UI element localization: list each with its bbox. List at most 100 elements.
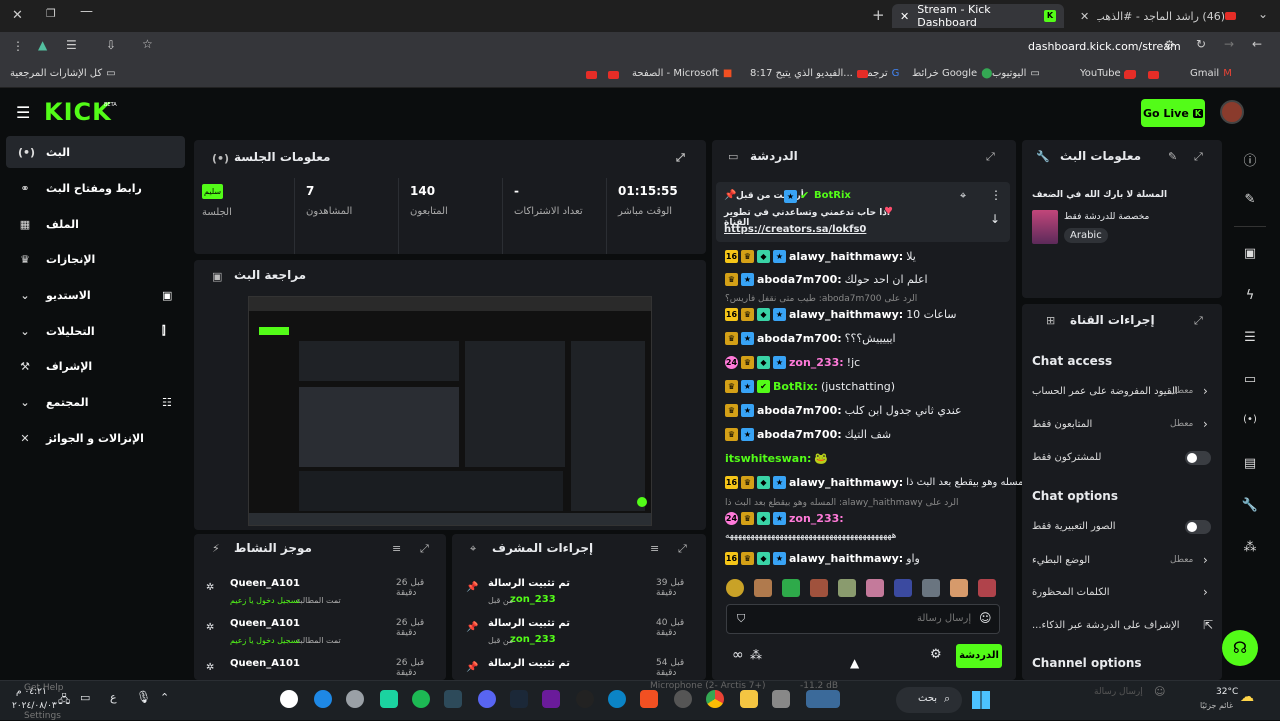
expand-icon[interactable]: ⤢ bbox=[1194, 314, 1203, 328]
expand-icon[interactable]: ⤢ bbox=[420, 542, 429, 556]
network-icon[interactable]: 🖧 bbox=[58, 691, 70, 710]
edit-icon[interactable]: ✎ bbox=[1168, 150, 1177, 163]
kick-logo[interactable]: KICK bbox=[44, 98, 112, 126]
bookmark-google-maps[interactable]: خرائط Google ⬤ bbox=[912, 68, 992, 79]
option-subscribers-only[interactable]: للمشتركون فقط bbox=[1032, 452, 1101, 463]
app-icon-obs[interactable] bbox=[576, 690, 594, 708]
filter-icon[interactable]: ≡ bbox=[392, 542, 401, 555]
bookmark-star-icon[interactable]: ☆ bbox=[142, 37, 153, 51]
weather-icon[interactable]: ☁ bbox=[1240, 689, 1254, 705]
download-icon[interactable]: ⇩ bbox=[106, 38, 116, 52]
microphone-icon[interactable]: 🎙 bbox=[136, 690, 151, 704]
chat-message[interactable]: 16 ♛ ◆ ★ alawy_haithmawy: واو bbox=[725, 548, 920, 568]
scroll-down-icon[interactable]: ↓ bbox=[990, 212, 1000, 226]
site-settings-icon[interactable]: ⚙ bbox=[1164, 38, 1175, 52]
emote-icon[interactable] bbox=[978, 579, 996, 597]
bookmark-all[interactable]: كل الإشارات المرجعية ▭ bbox=[10, 68, 116, 79]
youtube-icon[interactable] bbox=[1148, 71, 1159, 79]
emotes-only-toggle[interactable] bbox=[1185, 520, 1211, 534]
wrench-icon[interactable]: 🔧 bbox=[1240, 498, 1260, 513]
bookmark-microsoft[interactable]: الصفحة - Microsoft ■ bbox=[632, 68, 732, 79]
stream-preview-video[interactable] bbox=[248, 296, 652, 526]
layout-icon[interactable]: ▣ bbox=[1240, 246, 1260, 261]
option-emotes-only[interactable]: الصور التعبيرية فقط bbox=[1032, 521, 1116, 532]
tab-kick-dashboard[interactable]: ✕ Stream - Kick Dashboard K bbox=[892, 3, 1064, 29]
emote-icon[interactable] bbox=[838, 579, 856, 597]
language-indicator[interactable]: ع bbox=[110, 691, 117, 704]
help-button[interactable]: ☊ bbox=[1222, 630, 1258, 666]
app-icon-steam-client[interactable] bbox=[510, 690, 528, 708]
bookmark-youtube-ar[interactable]: اليوتيوب ▭ bbox=[992, 68, 1040, 79]
emote-icon[interactable] bbox=[782, 579, 800, 597]
hamburger-menu-icon[interactable]: ☰ bbox=[16, 103, 30, 122]
app-icon-nzxt[interactable] bbox=[542, 690, 560, 708]
sidebar-item-studio[interactable]: ⌄ الاستديو ▣ bbox=[6, 279, 185, 311]
broadcast-icon[interactable]: (•) bbox=[1240, 414, 1260, 425]
chat-message[interactable]: 24 ♛ ◆ ★ zon_233: !jc bbox=[725, 352, 860, 372]
close-window-icon[interactable]: ✕ bbox=[12, 8, 23, 23]
close-tab-icon[interactable]: ✕ bbox=[1080, 10, 1089, 23]
emote-icon[interactable] bbox=[754, 579, 772, 597]
expand-icon[interactable]: ⤢ bbox=[1194, 150, 1203, 164]
app-icon-vpn[interactable] bbox=[674, 690, 692, 708]
youtube-icon[interactable] bbox=[608, 71, 619, 79]
infinity-icon[interactable]: ∞ bbox=[732, 647, 744, 663]
option-banned-words[interactable]: الكلمات المحظورة bbox=[1032, 587, 1110, 598]
windows-start-icon[interactable] bbox=[972, 691, 990, 709]
minimize-window-icon[interactable]: — bbox=[80, 4, 93, 19]
chat-message[interactable]: ♛ ★ aboda7m700: ايييييش؟؟؟ bbox=[725, 328, 896, 348]
reload-icon[interactable]: ↻ bbox=[1196, 37, 1206, 51]
chat-message[interactable]: ♛ ★ aboda7m700: عندي ثاني جدول ابن كلب bbox=[725, 400, 962, 420]
app-icon-chrome[interactable] bbox=[706, 690, 724, 708]
emote-icon[interactable] bbox=[922, 579, 940, 597]
expand-icon[interactable]: ⤢ bbox=[676, 151, 685, 165]
option-account-age[interactable]: القيود المفروضة على عمر الحساب bbox=[1032, 386, 1178, 397]
pin-icon[interactable]: ⌖ bbox=[960, 189, 966, 203]
chat-message[interactable]: ♛ ★ aboda7m700: اعلم ان احد حولك bbox=[725, 269, 928, 289]
app-icon-spotify[interactable] bbox=[412, 690, 430, 708]
emote-icon[interactable] bbox=[726, 579, 744, 597]
emote-icon[interactable] bbox=[810, 579, 828, 597]
lightning-icon[interactable]: ϟ bbox=[1240, 288, 1260, 303]
community-icon[interactable]: ⁂ bbox=[1240, 540, 1260, 555]
app-icon-discord[interactable] bbox=[478, 690, 496, 708]
filter-icon[interactable]: ≡ bbox=[650, 542, 659, 555]
app-icon-store[interactable] bbox=[640, 690, 658, 708]
sidebar-item-achievements[interactable]: ♛ الإنجازات bbox=[6, 243, 185, 275]
chat-message[interactable]: 16 ♛ ◆ ★ alawy_haithmawy: المسله وهو بيقطع بع… bbox=[725, 472, 1030, 492]
sidebar-item-drops[interactable]: ✕ الإنزالات و الجوائز bbox=[6, 422, 185, 454]
url-field[interactable]: dashboard.kick.com/stream bbox=[1028, 40, 1181, 53]
clock-date[interactable]: ٢٠٢٤/٠٨/٠٣ bbox=[12, 701, 57, 711]
taskbar-search[interactable]: ⌕ بحث bbox=[896, 687, 962, 713]
pinned-link[interactable]: https://creators.sa/lokfs0 bbox=[724, 224, 866, 235]
restore-window-icon[interactable]: ❐ bbox=[46, 7, 56, 20]
app-icon-edge[interactable] bbox=[608, 690, 626, 708]
tray-expand-icon[interactable]: ⌃ bbox=[160, 691, 169, 704]
emote-icon[interactable] bbox=[950, 579, 968, 597]
menu-dots-icon[interactable]: ⋮ bbox=[12, 39, 24, 53]
new-tab-button[interactable]: + bbox=[872, 6, 885, 24]
send-chat-button[interactable]: الدردشة bbox=[956, 644, 1002, 668]
sidebar-item-community[interactable]: ⌄ المجتمع ☷ bbox=[6, 386, 185, 418]
more-options-icon[interactable]: ⋮ bbox=[990, 188, 1002, 202]
chevron-right-icon[interactable]: › bbox=[1203, 553, 1208, 567]
option-slow-mode[interactable]: الوضع البطيء bbox=[1032, 555, 1090, 566]
app-icon-terminal[interactable] bbox=[444, 690, 462, 708]
edit-icon[interactable]: ✎ bbox=[1240, 192, 1260, 207]
display-icon[interactable]: ▭ bbox=[80, 691, 90, 704]
chat-message[interactable]: 16 ♛ ◆ ★ alawy_haithmawy: يلا bbox=[725, 246, 916, 266]
emoji-icon[interactable]: ☺ bbox=[979, 611, 992, 625]
clock-time[interactable]: ٠٤:٢١ م bbox=[16, 687, 47, 697]
chevron-right-icon[interactable]: › bbox=[1203, 384, 1208, 398]
community-icon[interactable]: ⁂ bbox=[750, 648, 762, 662]
app-icon-files[interactable] bbox=[772, 690, 790, 708]
extension-icon[interactable]: ▲ bbox=[38, 38, 47, 52]
forward-icon[interactable]: → bbox=[1224, 37, 1234, 51]
subscribers-only-toggle[interactable] bbox=[1185, 451, 1211, 465]
chat-settings-icon[interactable]: ⚙ bbox=[930, 647, 942, 662]
sidebar-item-stream[interactable]: (•) البث bbox=[6, 136, 185, 168]
tab-search-icon[interactable]: ⌄ bbox=[1258, 7, 1268, 21]
sidebar-item-moderation[interactable]: ⚒ الإشراف bbox=[6, 350, 185, 382]
list-icon[interactable]: ☰ bbox=[1240, 330, 1260, 345]
external-link-icon[interactable]: ⇱ bbox=[1203, 618, 1213, 632]
